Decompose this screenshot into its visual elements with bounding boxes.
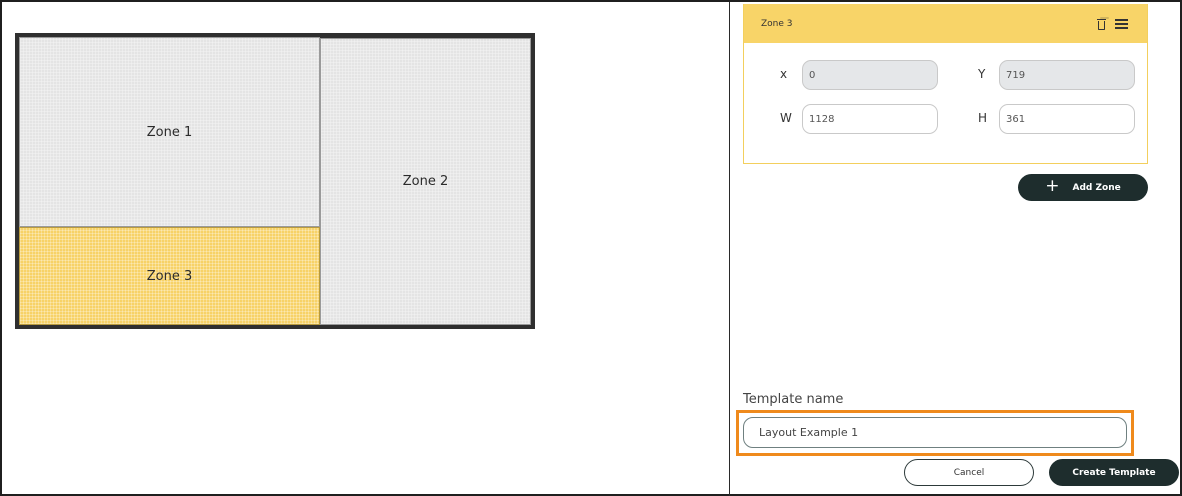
h-field[interactable] xyxy=(999,104,1135,134)
x-field[interactable] xyxy=(802,60,938,90)
w-label: W xyxy=(780,111,792,125)
zone-editor-title: Zone 3 xyxy=(761,18,793,29)
zone-editor-actions xyxy=(1097,18,1128,30)
template-name-label: Template name xyxy=(743,392,844,407)
zone-3-block[interactable]: Zone 3 xyxy=(19,227,320,325)
zone-2-label: Zone 2 xyxy=(402,174,449,189)
zone-1-block[interactable]: Zone 1 xyxy=(19,37,320,227)
add-zone-button[interactable]: + Add Zone xyxy=(1018,174,1148,201)
zone-1-label: Zone 1 xyxy=(146,124,193,140)
zone-editor-card: Zone 3 x Y W H xyxy=(743,4,1148,164)
y-field[interactable] xyxy=(999,60,1135,90)
layout-preview: Zone 1 Zone 2 Zone 3 xyxy=(15,33,535,329)
app-frame: Zone 1 Zone 2 Zone 3 Zone 3 x Y W H xyxy=(0,0,1182,496)
zone-editor-header[interactable]: Zone 3 xyxy=(744,4,1147,43)
plus-icon: + xyxy=(1045,176,1060,196)
trash-icon[interactable] xyxy=(1097,18,1106,30)
add-zone-label: Add Zone xyxy=(1072,182,1121,193)
create-template-button[interactable]: Create Template xyxy=(1049,459,1179,486)
zone-settings-panel: Zone 3 x Y W H + Add Zone Template name … xyxy=(729,2,1182,496)
menu-icon[interactable] xyxy=(1115,18,1128,29)
x-label: x xyxy=(780,67,788,81)
cancel-button[interactable]: Cancel xyxy=(904,459,1034,486)
w-field[interactable] xyxy=(802,104,938,134)
template-name-input[interactable] xyxy=(743,417,1127,448)
zone-2-block[interactable]: Zone 2 xyxy=(320,38,531,325)
y-label: Y xyxy=(978,67,986,81)
zone-3-label: Zone 3 xyxy=(146,268,193,284)
h-label: H xyxy=(978,111,988,125)
